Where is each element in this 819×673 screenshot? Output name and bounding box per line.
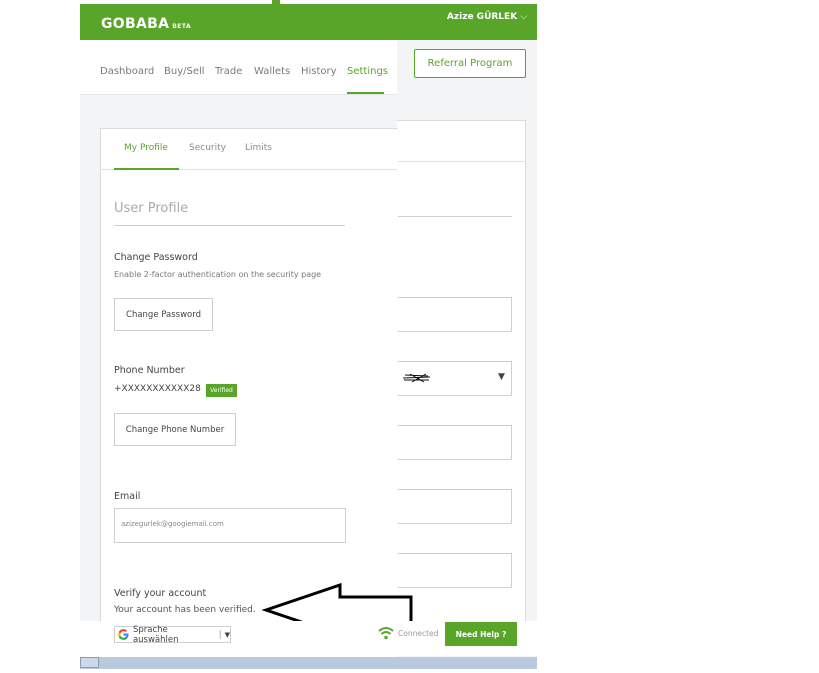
nav-wallets[interactable]: Wallets (254, 66, 290, 77)
beta-badge: BETA (172, 23, 192, 30)
top-header-bar: GOBABA BETA Azize GÜRLEK ⌵ (80, 4, 537, 40)
two-factor-hint: Enable 2-factor authentication on the se… (114, 270, 322, 279)
background-field[interactable] (397, 553, 512, 588)
chevron-down-icon: ▼ (224, 630, 230, 639)
google-icon (118, 629, 129, 640)
tab-security[interactable]: Security (189, 143, 226, 153)
connection-status: Connected (398, 629, 439, 638)
nav-settings[interactable]: Settings (347, 66, 388, 77)
section-title: User Profile (114, 201, 189, 216)
background-field[interactable] (397, 425, 512, 460)
taskbar (80, 657, 537, 669)
logo[interactable]: GOBABA BETA (101, 16, 191, 32)
divider: | (218, 629, 222, 640)
select-arrow-icon: ▼ (498, 372, 505, 382)
change-password-button[interactable]: Change Password (114, 298, 213, 331)
verified-badge: Verified (206, 384, 237, 397)
referral-program-button[interactable]: Referral Program (414, 49, 526, 78)
tab-my-profile[interactable]: My Profile (124, 143, 168, 153)
verification-status: Your account has been verified. (114, 605, 256, 615)
background-title-underline (397, 216, 512, 217)
email-value: azizegurlek@googlemail.com (121, 520, 224, 528)
change-password-label: Change Password (114, 252, 198, 263)
need-help-button[interactable]: Need Help ? (445, 622, 517, 646)
section-title-underline (114, 225, 345, 226)
verify-account-label: Verify your account (114, 588, 207, 599)
language-select-label: Sprache auswählen (132, 624, 179, 645)
email-label: Email (114, 491, 141, 502)
language-select[interactable]: Sprache auswählen | ▼ (114, 624, 231, 645)
background-field[interactable] (397, 489, 512, 524)
user-name: Azize GÜRLEK (446, 12, 518, 22)
tab-active-indicator (114, 168, 179, 170)
tab-limits[interactable]: Limits (245, 143, 272, 153)
chevron-down-icon: ⌵ (520, 12, 527, 22)
nav-buy-sell[interactable]: Buy/Sell (164, 66, 205, 77)
taskbar-button[interactable] (80, 657, 99, 668)
nav-dashboard[interactable]: Dashboard (100, 66, 154, 77)
nav-trade[interactable]: Trade (215, 66, 242, 77)
phone-number-value: +XXXXXXXXXXX28 (114, 384, 201, 394)
logo-text: GOBABA (101, 16, 170, 32)
nav-history[interactable]: History (301, 66, 337, 77)
background-card-divider (397, 161, 525, 162)
change-phone-button[interactable]: Change Phone Number (114, 413, 236, 446)
scribble-redaction (402, 373, 431, 383)
phone-number-label: Phone Number (114, 365, 185, 376)
user-menu[interactable]: Azize GÜRLEK ⌵ (447, 12, 527, 22)
background-field[interactable] (397, 297, 512, 332)
nav-active-indicator (347, 92, 384, 94)
wifi-icon (378, 627, 394, 640)
